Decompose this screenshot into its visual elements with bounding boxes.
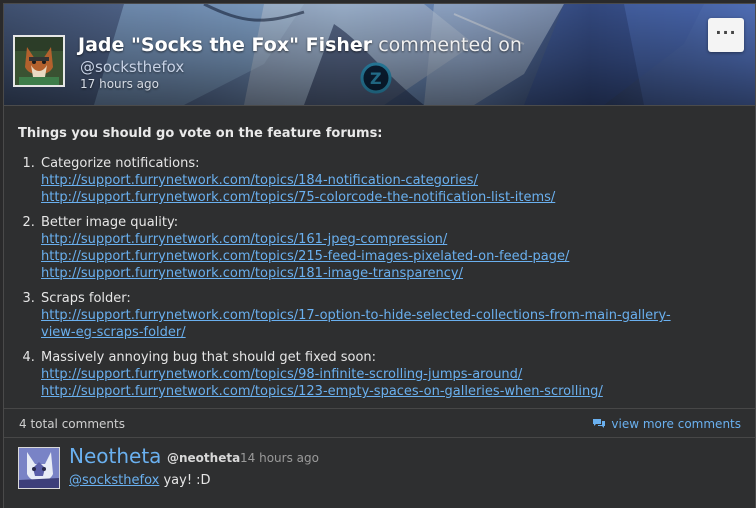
comment-text: @socksthefox yay! :D (69, 473, 211, 488)
view-more-comments-link[interactable]: view more comments (592, 417, 741, 431)
list-item-label: Better image quality: (41, 215, 179, 230)
more-options-button[interactable]: ··· (708, 18, 744, 52)
list-item: Scraps folder: http://support.furrynetwo… (39, 290, 741, 341)
list-item-label: Massively annoying bug that should get f… (41, 350, 377, 365)
feature-list: Categorize notifications: http://support… (18, 155, 741, 400)
list-item: Massively annoying bug that should get f… (39, 349, 741, 400)
comment-item: Neotheta @neotheta 14 hours ago @socksth… (4, 438, 755, 500)
comment-body: yay! :D (159, 473, 211, 488)
ellipsis-icon: ··· (715, 23, 737, 42)
comment-timestamp: 14 hours ago (240, 451, 319, 465)
post-intro: Things you should go vote on the feature… (18, 126, 383, 141)
total-comments-count: 4 total comments (19, 417, 125, 431)
post-title: Jade "Socks the Fox" Fisher commented on (78, 34, 522, 56)
list-item: Categorize notifications: http://support… (39, 155, 741, 206)
topic-link[interactable]: http://support.furrynetwork.com/topics/1… (41, 307, 741, 324)
post-card: Z Jade "Socks the Fox" Fisher commented … (3, 3, 756, 508)
topic-link[interactable]: http://support.furrynetwork.com/topics/1… (41, 383, 741, 400)
commenter-avatar-image (19, 448, 59, 488)
topic-link[interactable]: http://support.furrynetwork.com/topics/2… (41, 248, 741, 265)
post-header: Z Jade "Socks the Fox" Fisher commented … (4, 4, 755, 106)
list-item-label: Scraps folder: (41, 291, 131, 306)
list-item: Better image quality: http://support.fur… (39, 214, 741, 282)
author-avatar[interactable] (13, 35, 65, 87)
topic-link[interactable]: http://support.furrynetwork.com/topics/1… (41, 231, 741, 248)
fox-avatar-image (15, 37, 63, 85)
post-action-text: commented on (378, 34, 522, 56)
list-item-label: Categorize notifications: (41, 156, 200, 171)
topic-link[interactable]: http://support.furrynetwork.com/topics/1… (41, 172, 741, 189)
commenter-name-link[interactable]: Neotheta (69, 444, 161, 468)
author-name-link[interactable]: Jade "Socks the Fox" Fisher (78, 34, 372, 56)
comments-footer: 4 total comments view more comments (4, 409, 755, 438)
commenter-avatar[interactable] (18, 447, 60, 489)
topic-link[interactable]: http://support.furrynetwork.com/topics/1… (41, 265, 741, 282)
author-handle[interactable]: @socksthefox (80, 58, 184, 76)
post-body: Things you should go vote on the feature… (4, 106, 755, 409)
mention-link[interactable]: @socksthefox (69, 473, 159, 488)
post-timestamp: 17 hours ago (80, 77, 159, 91)
commenter-handle[interactable]: @neotheta (167, 451, 240, 465)
topic-link[interactable]: http://support.furrynetwork.com/topics/7… (41, 189, 741, 206)
view-more-comments-label: view more comments (611, 417, 741, 431)
comments-icon (593, 419, 606, 428)
topic-link[interactable]: http://support.furrynetwork.com/topics/9… (41, 366, 741, 383)
topic-link-continued[interactable]: view-eg-scraps-folder/ (41, 324, 741, 341)
